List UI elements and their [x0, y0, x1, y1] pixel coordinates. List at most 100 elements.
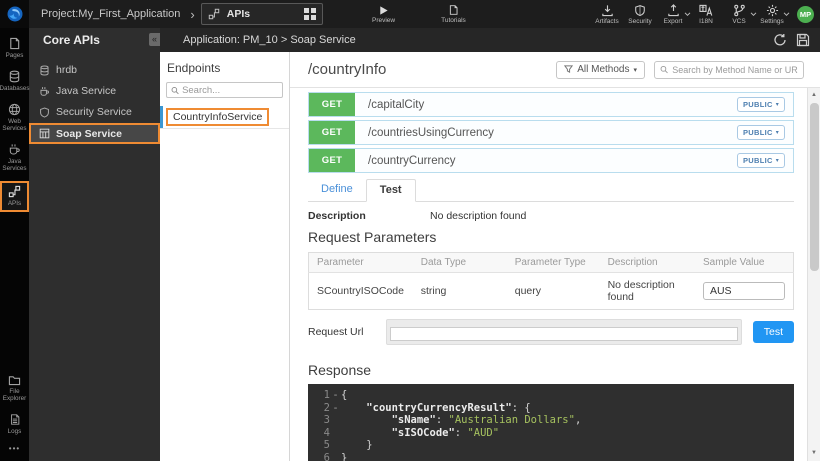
code-line: 4 "sISOCode": "AUD" [308, 427, 794, 440]
core-api-item-soap-service[interactable]: Soap Service [29, 123, 160, 144]
artifacts-label: Artifacts [595, 18, 618, 25]
shield-icon [634, 4, 646, 17]
main-content: /countryInfo All Methods ▾ GET /capitalC… [290, 52, 820, 461]
api-icon [208, 8, 220, 20]
response-title: Response [308, 362, 794, 378]
sidebar-item-pages[interactable]: Pages [0, 35, 29, 61]
core-api-item-hrdb[interactable]: hrdb [29, 60, 160, 80]
security-label: Security [628, 18, 651, 25]
sidebar-item-java-services[interactable]: Java Services [0, 141, 29, 174]
chevron-down-icon: ▾ [633, 66, 637, 74]
sidebar-item-file-explorer[interactable]: File Explorer [0, 372, 29, 404]
col-description: Description [600, 253, 695, 273]
upload-icon [667, 4, 680, 17]
i18n-button[interactable]: I18N [694, 4, 718, 25]
test-button[interactable]: Test [753, 321, 794, 343]
globe-icon [8, 103, 21, 116]
api-icon [8, 185, 21, 198]
sidebar-item-databases[interactable]: Databases [0, 68, 29, 94]
save-button[interactable] [796, 33, 810, 47]
document-icon [448, 4, 459, 16]
endpoint-item-countryinfoservice[interactable]: CountryInfoService [160, 106, 289, 129]
sidebar-item-apis[interactable]: APIs [0, 181, 29, 212]
service-header: /countryInfo All Methods ▾ [290, 52, 820, 88]
refresh-button[interactable] [773, 33, 787, 47]
artifacts-button[interactable]: Artifacts [595, 4, 619, 25]
endpoints-search-input[interactable] [182, 85, 278, 96]
vcs-button[interactable]: VCS [727, 4, 751, 25]
translate-icon [699, 4, 713, 17]
wavemaker-logo[interactable] [0, 0, 29, 28]
table-row: SCountryISOCode string query No descript… [309, 273, 794, 310]
core-api-item-security-service[interactable]: Security Service [29, 102, 160, 122]
more-options-icon[interactable]: ••• [9, 444, 20, 453]
sidebar-item-logs[interactable]: Logs [0, 411, 29, 437]
core-apis-title: Core APIs [43, 33, 100, 47]
topbar-center: Preview Tutorials [372, 0, 466, 28]
core-api-item-java-service[interactable]: Java Service [29, 81, 160, 101]
sidebar-item-web-services[interactable]: Web Services [0, 101, 29, 134]
logo-icon [6, 5, 24, 23]
col-parameter: Parameter [309, 253, 413, 273]
chevron-down-icon [684, 12, 691, 17]
service-title: /countryInfo [308, 61, 386, 78]
database-icon [8, 70, 21, 83]
collapse-panel-icon[interactable]: « [149, 33, 160, 46]
service-content: GET /capitalCity PUBLIC▾ GET /countriesU… [308, 88, 794, 461]
scrollbar-thumb[interactable] [810, 103, 819, 271]
method-search[interactable] [654, 61, 804, 79]
app-window: Project:My_First_Application › APIs Prev… [0, 0, 820, 461]
export-label: Export [664, 18, 683, 25]
branch-icon [733, 4, 746, 17]
user-avatar[interactable]: MP [797, 6, 814, 23]
chevron-down-icon: ▾ [776, 101, 779, 108]
method-search-input[interactable] [672, 65, 798, 75]
preview-button[interactable]: Preview [372, 0, 395, 28]
export-button[interactable]: Export [661, 4, 685, 25]
access-level-dropdown[interactable]: PUBLIC▾ [737, 153, 785, 168]
http-verb-badge: GET [309, 121, 355, 144]
endpoints-search[interactable] [166, 82, 283, 98]
endpoints-panel: Endpoints CountryInfoService [160, 52, 290, 461]
breadcrumb: Application: PM_10 > Soap Service [183, 34, 356, 46]
search-icon [660, 65, 668, 74]
sample-value-input[interactable] [703, 282, 785, 300]
description-label: Description [308, 210, 430, 222]
search-icon [171, 86, 179, 95]
method-row-countriesusingcurrency[interactable]: GET /countriesUsingCurrency PUBLIC▾ [308, 120, 794, 145]
tab-define[interactable]: Define [308, 179, 366, 201]
methods-filter-dropdown[interactable]: All Methods ▾ [556, 61, 645, 79]
method-row-capitalcity[interactable]: GET /capitalCity PUBLIC▾ [308, 92, 794, 117]
workspace-selector[interactable]: APIs [201, 3, 323, 25]
core-apis-header: Core APIs « [29, 28, 160, 52]
endpoint-label: CountryInfoService [166, 108, 269, 126]
chevron-down-icon: ▾ [776, 129, 779, 136]
vcs-label: VCS [732, 18, 745, 25]
fold-icon[interactable]: - [330, 402, 341, 415]
settings-button[interactable]: Settings [760, 4, 784, 25]
tutorials-button[interactable]: Tutorials [441, 0, 466, 28]
refresh-icon [773, 33, 787, 47]
request-parameters-table: Parameter Data Type Parameter Type Descr… [308, 252, 794, 310]
tab-test[interactable]: Test [366, 179, 416, 202]
top-bar: Project:My_First_Application › APIs Prev… [0, 0, 820, 28]
access-level-dropdown[interactable]: PUBLIC▾ [737, 97, 785, 112]
detail-tabs: Define Test [308, 179, 794, 202]
code-line: 5 } [308, 439, 794, 452]
code-line: 3 "sName": "Australian Dollars", [308, 414, 794, 427]
scroll-up-icon[interactable]: ▲ [808, 89, 820, 101]
security-button[interactable]: Security [628, 4, 652, 25]
cell-data-type: string [413, 273, 507, 310]
project-name: Project:My_First_Application [41, 8, 180, 20]
vertical-scrollbar[interactable]: ▲ ▼ [807, 88, 820, 461]
http-verb-badge: GET [309, 149, 355, 172]
request-url-input[interactable] [390, 327, 738, 341]
workspace-label: APIs [227, 8, 250, 20]
response-code-editor[interactable]: 1-{ 2- "countryCurrencyResult": { 3 "sNa… [308, 384, 794, 461]
grid-icon[interactable] [304, 8, 316, 20]
fold-icon[interactable]: - [330, 389, 341, 402]
code-line: 1-{ [308, 389, 794, 402]
method-row-countrycurrency[interactable]: GET /countryCurrency PUBLIC▾ [308, 148, 794, 173]
scroll-down-icon[interactable]: ▼ [808, 447, 820, 459]
access-level-dropdown[interactable]: PUBLIC▾ [737, 125, 785, 140]
